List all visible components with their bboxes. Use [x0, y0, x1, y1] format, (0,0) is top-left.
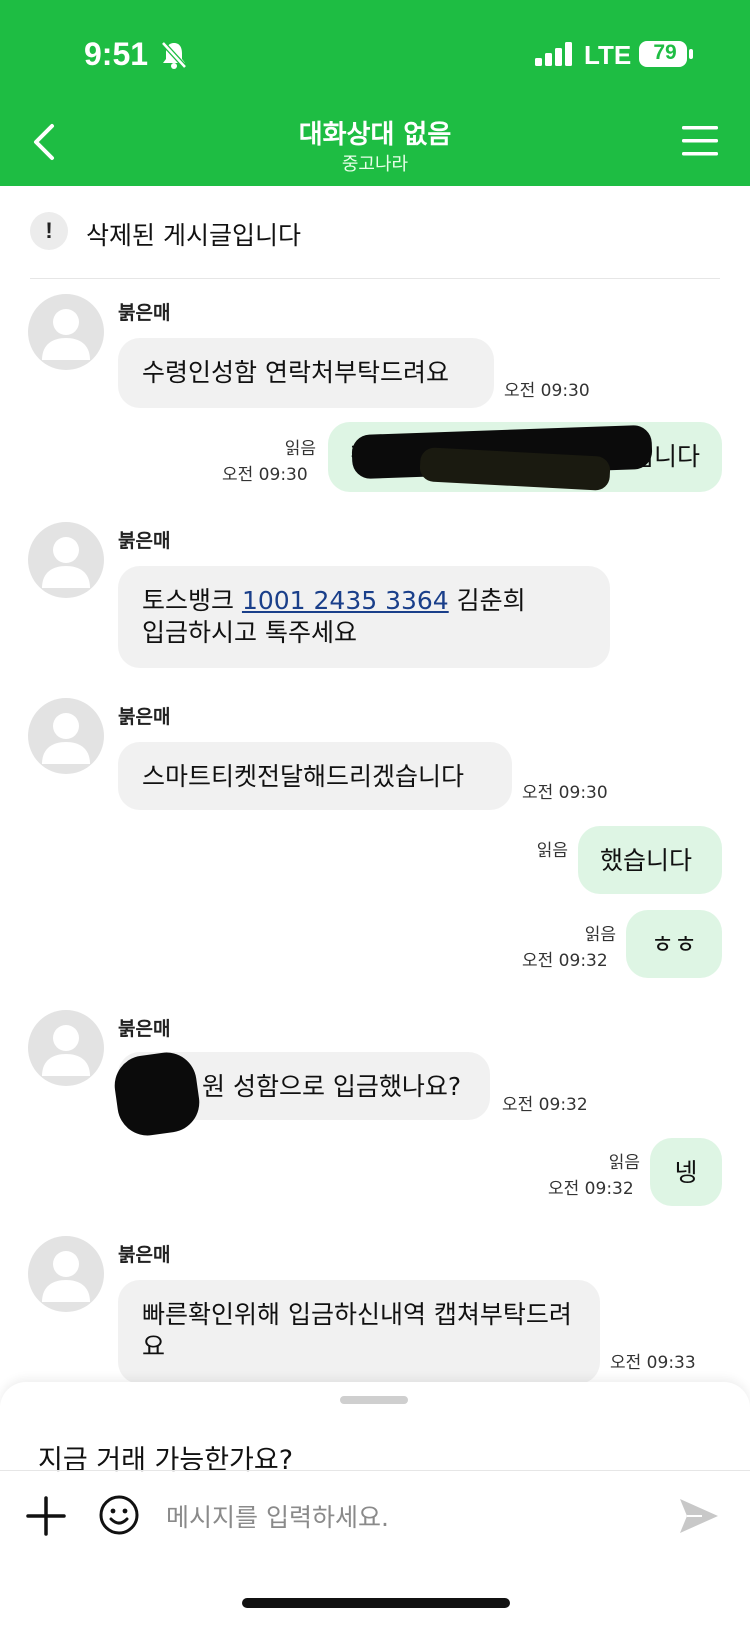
emoji-icon[interactable] [98, 1494, 140, 1536]
avatar[interactable] [28, 294, 104, 370]
status-bar: 9:51 LTE 79 [0, 0, 750, 100]
chat-subtitle: 중고나라 [341, 154, 409, 175]
redaction-mark [110, 1048, 204, 1140]
avatar[interactable] [28, 1236, 104, 1312]
chat-title: 대화상대 없음 [298, 120, 452, 150]
outgoing-message[interactable]: ㅎㅎ [626, 910, 722, 978]
sheet-drag-handle[interactable] [340, 1396, 408, 1404]
message-time: 오전 09:32 [502, 1095, 588, 1115]
sender-name: 붉은매 [118, 706, 171, 728]
notice-text: 삭제된 게시글입니다 [86, 221, 301, 250]
sender-name: 붉은매 [118, 530, 171, 552]
message-time: 오전 09:30 [522, 783, 608, 803]
message-time: 오전 09:32 [522, 951, 608, 971]
plus-icon[interactable] [26, 1496, 66, 1536]
chat-header: 대화상대 없음 중고나라 [0, 100, 750, 186]
exclamation-icon: ! [30, 212, 68, 250]
quick-reply-suggestion[interactable]: 지금 거래 가능한가요? [38, 1438, 293, 1477]
message-time: 오전 09:30 [504, 381, 590, 401]
read-receipt: 읽음 [536, 841, 568, 861]
message-text-line2: 입금하시고 톡주세요 [142, 618, 357, 647]
composer-sheet: 지금 거래 가능한가요? [0, 1382, 750, 1626]
read-receipt: 읽음 [284, 439, 316, 459]
sender-name: 붉은매 [118, 302, 171, 324]
menu-icon[interactable] [682, 124, 718, 158]
message-time: 오전 09:32 [548, 1179, 634, 1199]
status-time: 9:51 [84, 36, 149, 72]
network-type: LTE [584, 40, 632, 70]
incoming-message[interactable]: 스마트티켓전달해드리겠습니다 [118, 742, 512, 810]
silent-bell-icon [160, 40, 188, 74]
home-indicator [242, 1598, 510, 1608]
avatar[interactable] [28, 698, 104, 774]
outgoing-message[interactable]: 했습니다 [578, 826, 722, 894]
divider [0, 1470, 750, 1471]
avatar[interactable] [28, 522, 104, 598]
read-receipt: 읽음 [584, 925, 616, 945]
incoming-message[interactable]: 수령인성함 연락처부탁드려요 [118, 338, 494, 408]
account-number-link[interactable]: 1001 2435 3364 [242, 586, 449, 615]
sender-name: 붉은매 [118, 1244, 171, 1266]
message-time: 오전 09:30 [222, 465, 308, 485]
signal-icon [535, 42, 573, 70]
incoming-message[interactable]: 토스뱅크 1001 2435 3364 김춘희 입금하시고 톡주세요 [118, 566, 610, 668]
message-time: 오전 09:33 [610, 1353, 696, 1373]
incoming-message[interactable]: 빠른확인위해 입금하신내역 캡쳐부탁드려요 [118, 1280, 600, 1384]
send-icon[interactable] [678, 1496, 720, 1536]
message-text: 토스뱅크 [142, 586, 242, 615]
message-text: 김춘희 [448, 586, 526, 615]
message-input[interactable] [164, 1494, 628, 1540]
sender-name: 붉은매 [118, 1018, 171, 1040]
outgoing-message[interactable]: 넹 [650, 1138, 722, 1206]
deleted-post-notice[interactable]: ! 삭제된 게시글입니다 [30, 190, 720, 279]
battery-level: 79 [653, 41, 677, 64]
read-receipt: 읽음 [608, 1153, 640, 1173]
avatar[interactable] [28, 1010, 104, 1086]
